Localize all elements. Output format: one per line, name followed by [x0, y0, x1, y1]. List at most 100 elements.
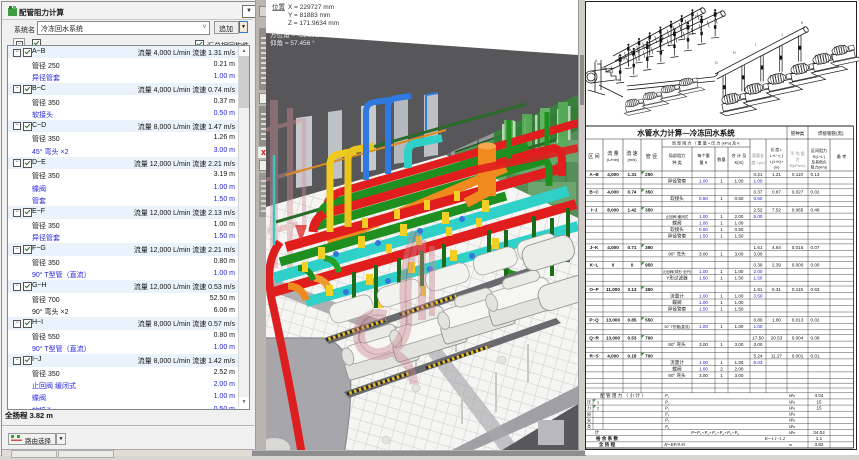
svg-text:1.42: 1.42 [628, 208, 637, 213]
svg-text:0.08: 0.08 [811, 336, 820, 341]
svg-text:3.82: 3.82 [815, 442, 824, 447]
svg-text:0.50: 0.50 [699, 227, 708, 232]
svg-text:R~S: R~S [589, 353, 598, 358]
svg-text:J~K: J~K [590, 245, 599, 250]
svg-text:3.00: 3.00 [735, 373, 744, 378]
svg-text:蝶阀: 蝶阀 [672, 220, 682, 227]
svg-text:Y形过滤器: Y形过滤器 [666, 275, 688, 282]
svg-text:350: 350 [645, 245, 653, 250]
svg-text:1: 1 [720, 227, 723, 232]
svg-text:90° 弯头: 90° 弯头 [668, 372, 686, 379]
svg-text:1.00: 1.00 [735, 221, 744, 226]
svg-text:1.00: 1.00 [699, 269, 708, 274]
svg-text:种 类: 种 类 [672, 159, 682, 166]
svg-text:350: 350 [645, 208, 653, 213]
svg-text:1.00: 1.00 [754, 178, 763, 183]
svg-text:裕 余 系 数: 裕 余 系 数 [595, 435, 619, 442]
svg-text:20.53: 20.53 [771, 336, 783, 341]
svg-text:1.00: 1.00 [735, 324, 744, 329]
svg-text:备 考: 备 考 [837, 153, 847, 160]
svg-text:700: 700 [645, 353, 653, 358]
svg-text:0.065: 0.065 [792, 208, 804, 213]
svg-text:0: 0 [612, 263, 615, 268]
svg-text:0.80: 0.80 [754, 318, 763, 323]
svg-text:1: 1 [720, 360, 723, 365]
svg-text:1.50: 1.50 [754, 276, 763, 281]
svg-text:3.00: 3.00 [699, 342, 708, 347]
svg-text:0.50: 0.50 [699, 196, 708, 201]
svg-text:O~P: O~P [589, 287, 598, 292]
svg-text:2.52: 2.52 [754, 208, 763, 213]
svg-text:1: 1 [720, 300, 723, 305]
svg-text:15: 15 [816, 399, 822, 404]
svg-text:1.00: 1.00 [699, 178, 708, 183]
svg-text:350: 350 [645, 287, 653, 292]
svg-text:0.013: 0.013 [792, 318, 804, 323]
svg-text:0.110: 0.110 [792, 172, 804, 177]
svg-text:K(m): K(m) [734, 160, 744, 165]
svg-text:长 度 L: 长 度 L [771, 147, 783, 152]
svg-text:0.39: 0.39 [754, 263, 763, 268]
svg-text:流量计: 流量计 [670, 292, 684, 299]
svg-text:1: 1 [720, 276, 723, 281]
svg-text:4,000: 4,000 [607, 190, 619, 195]
svg-text:L(1+K)+: L(1+K)+ [770, 160, 785, 164]
svg-text:0.87: 0.87 [772, 190, 781, 195]
svg-text:Z = 171.9634 mm: Z = 171.9634 mm [288, 20, 339, 27]
svg-text:1.00: 1.00 [699, 324, 708, 329]
svg-text:15: 15 [816, 405, 822, 410]
svg-text:1.00: 1.00 [735, 293, 744, 298]
svg-text:0.02: 0.02 [811, 190, 820, 195]
svg-text:(L/min): (L/min) [607, 157, 620, 162]
svg-text:0.01: 0.01 [811, 353, 820, 358]
svg-text:90° T形管(直流): 90° T形管(直流) [664, 324, 689, 329]
svg-text:L+L'+( ): L+L'+( ) [770, 154, 784, 158]
svg-text:位置: 位置 [272, 2, 286, 11]
svg-text:0.115: 0.115 [792, 287, 804, 292]
svg-text:0.50: 0.50 [735, 227, 744, 232]
svg-text:仰角 = 57.456 °: 仰角 = 57.456 ° [270, 38, 315, 47]
svg-text:2.00: 2.00 [754, 269, 763, 274]
svg-text:P=P₁+P₂+P₃+P₄+P₅+P₆: P=P₁+P₂+P₃+P₄+P₅+P₆ [690, 430, 739, 435]
svg-text:kPa: kPa [789, 393, 795, 398]
svg-text:I~J: I~J [591, 208, 598, 213]
svg-text:压: 压 [587, 401, 591, 405]
svg-text:阻力(kPa): 阻力(kPa) [811, 165, 828, 170]
svg-text:(m/s): (m/s) [627, 157, 637, 162]
svg-text:管种类: 管种类 [791, 130, 805, 137]
svg-text:1: 1 [720, 342, 723, 347]
svg-text:1.00: 1.00 [699, 300, 708, 305]
svg-text:P₅: P₅ [664, 418, 670, 423]
svg-text:异径管套: 异径管套 [668, 233, 687, 240]
svg-text:直管长: 直管长 [752, 152, 764, 158]
svg-text:0: 0 [631, 263, 634, 268]
svg-text:350: 350 [645, 190, 653, 195]
svg-text:1.50: 1.50 [699, 276, 708, 281]
svg-text:7.52: 7.52 [772, 208, 781, 213]
svg-text:1: 1 [720, 234, 723, 239]
svg-text:合 计 及: 合 计 及 [732, 152, 748, 159]
svg-text:0.74: 0.74 [628, 190, 637, 195]
svg-text:蝶阀: 蝶阀 [672, 365, 682, 372]
svg-text:水管水力计算—冷冻回水系统: 水管水力计算—冷冻回水系统 [637, 128, 735, 138]
svg-text:13,000: 13,000 [606, 336, 620, 341]
svg-text:3.00: 3.00 [699, 251, 708, 256]
svg-text:3.00: 3.00 [754, 251, 763, 256]
svg-text:B~C: B~C [589, 190, 599, 195]
svg-text:方位角 = -51.591 °: 方位角 = -51.591 ° [270, 30, 324, 39]
svg-text:配 管 阻 力 （ 小 计 ）: 配 管 阻 力 （ 小 计 ） [600, 392, 646, 399]
svg-text:G: G [715, 61, 718, 65]
svg-text:1.81: 1.81 [754, 287, 763, 292]
svg-text:度 L(m): 度 L(m) [751, 159, 765, 165]
svg-text:0.85: 0.85 [628, 318, 637, 323]
svg-text:0.53: 0.53 [628, 336, 637, 341]
svg-text:1: 1 [720, 306, 723, 311]
svg-text:kPa: kPa [789, 424, 795, 429]
svg-text:1: 1 [720, 269, 723, 274]
svg-text:0.00: 0.00 [811, 263, 820, 268]
svg-text:1.00: 1.00 [754, 324, 763, 329]
svg-text:P₆: P₆ [664, 424, 670, 429]
svg-text:11.27: 11.27 [771, 353, 783, 358]
svg-text:17.50: 17.50 [752, 336, 764, 341]
svg-text:1: 1 [720, 221, 723, 226]
